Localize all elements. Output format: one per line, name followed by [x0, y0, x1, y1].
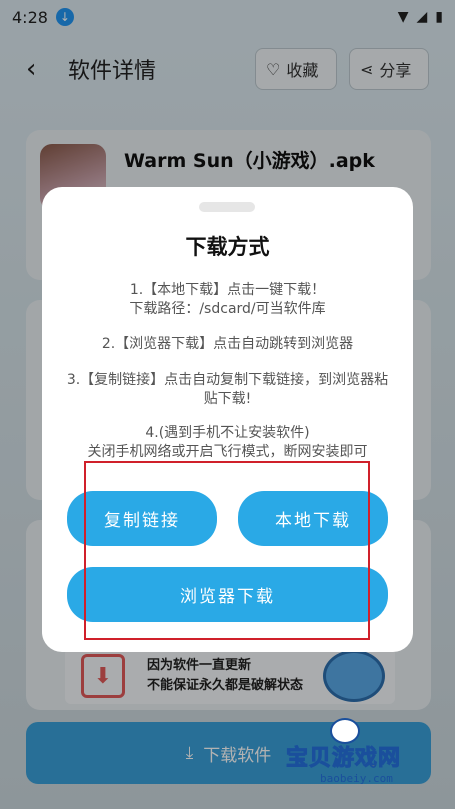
site-watermark: 宝贝游戏网 baobeiy.com: [278, 718, 438, 796]
instruction-copy: 3.【复制链接】点击自动复制下载链接，到浏览器粘贴下载!: [66, 372, 389, 407]
watermark-url: baobeiy.com: [320, 772, 393, 785]
highlight-box: [84, 461, 370, 640]
instruction-install-tip: 4.(遇到手机不让安装软件) 关闭手机网络或开启飞行模式，断网安装即可: [87, 425, 368, 460]
instruction-browser: 2.【浏览器下载】点击自动跳转到浏览器: [101, 336, 354, 352]
dialog-title: 下载方式: [185, 235, 270, 259]
watermark-name: 宝贝游戏网: [285, 746, 402, 772]
drag-handle[interactable]: [199, 202, 255, 212]
instruction-local: 1.【本地下载】点击一键下载！ 下载路径：/sdcard/可当软件库: [129, 282, 326, 317]
